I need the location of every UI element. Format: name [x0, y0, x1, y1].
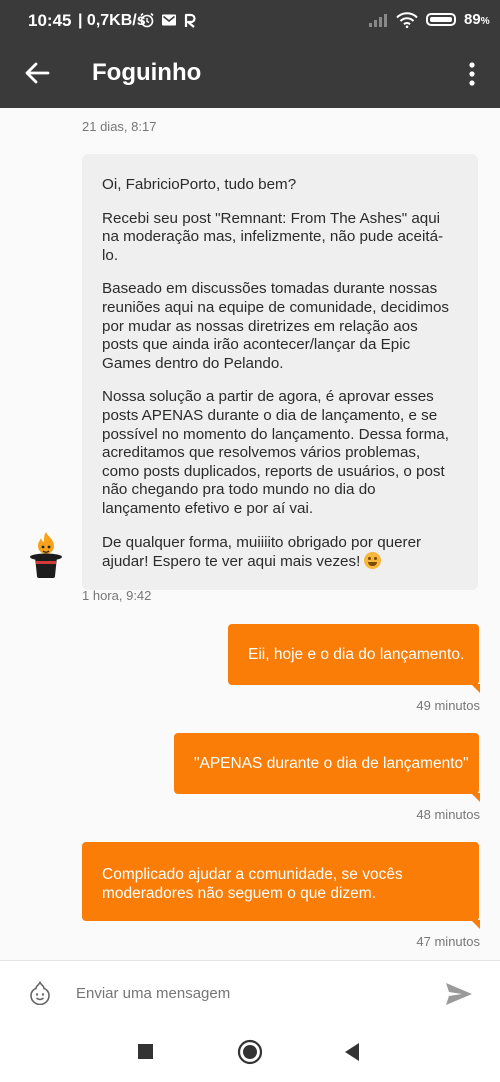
- system-nav-bar: [0, 1022, 500, 1082]
- arrow-left-icon[interactable]: [22, 58, 52, 88]
- wifi-icon: [396, 11, 418, 28]
- send-icon[interactable]: [444, 981, 474, 1007]
- battery-icon: [426, 13, 456, 26]
- conversation-title: Foguinho: [92, 59, 202, 86]
- battery-unit: %: [480, 16, 490, 27]
- message-text: Eii, hoje e o dia do lançamento.: [248, 646, 465, 663]
- message-text: "APENAS durante o dia de lançamento": [194, 755, 469, 772]
- message-list[interactable]: 21 dias, 8:17 Oi, FabricioPorto, tudo be…: [0, 108, 500, 958]
- message-timestamp: 48 minutos: [416, 807, 480, 822]
- message-paragraph: Oi, FabricioPorto, tudo bem?: [102, 176, 297, 193]
- message-timestamp: 1 hora, 9:42: [82, 588, 152, 603]
- status-time: 10:45: [28, 11, 72, 30]
- more-vertical-icon[interactable]: [460, 60, 484, 88]
- outgoing-message: Eii, hoje e o dia do lançamento.: [228, 624, 480, 693]
- message-timestamp: 49 minutos: [416, 698, 480, 713]
- flame-face-icon[interactable]: [28, 981, 52, 1005]
- outgoing-message: Complicado ajudar a comunidade, se vocês…: [82, 842, 480, 929]
- battery-level: 89: [464, 11, 481, 28]
- flame-mascot-avatar[interactable]: [27, 528, 65, 580]
- message-timestamp: 47 minutos: [416, 934, 480, 949]
- message-timestamp: 21 dias, 8:17: [82, 119, 157, 134]
- status-bar: 10:45 | 0,7KB/s 89%: [0, 0, 500, 40]
- message-composer: [0, 960, 500, 1023]
- gmail-icon: [162, 14, 176, 26]
- incoming-message: Oi, FabricioPorto, tudo bem? Recebi seu …: [82, 154, 478, 590]
- network-speed: | 0,7KB/s: [78, 12, 146, 29]
- message-paragraph: Baseado em discussões tomadas durante no…: [102, 280, 450, 372]
- message-paragraph: Nossa solução a partir de agora, é aprov…: [102, 388, 449, 517]
- app-bar: Foguinho: [0, 40, 500, 108]
- back-triangle-icon[interactable]: [343, 1042, 361, 1062]
- outgoing-message: "APENAS durante o dia de lançamento": [174, 733, 480, 802]
- app-r-icon: [184, 13, 196, 28]
- alarm-icon: [140, 12, 154, 28]
- recents-square-icon[interactable]: [137, 1043, 154, 1060]
- grinning-emoji-icon: [364, 552, 382, 570]
- signal-icon: [369, 13, 387, 27]
- message-input[interactable]: [76, 983, 416, 1003]
- message-paragraph: Recebi seu post "Remnant: From The Ashes…: [102, 209, 444, 264]
- home-circle-icon[interactable]: [237, 1039, 263, 1065]
- message-text: Complicado ajudar a comunidade, se vocês…: [102, 866, 403, 902]
